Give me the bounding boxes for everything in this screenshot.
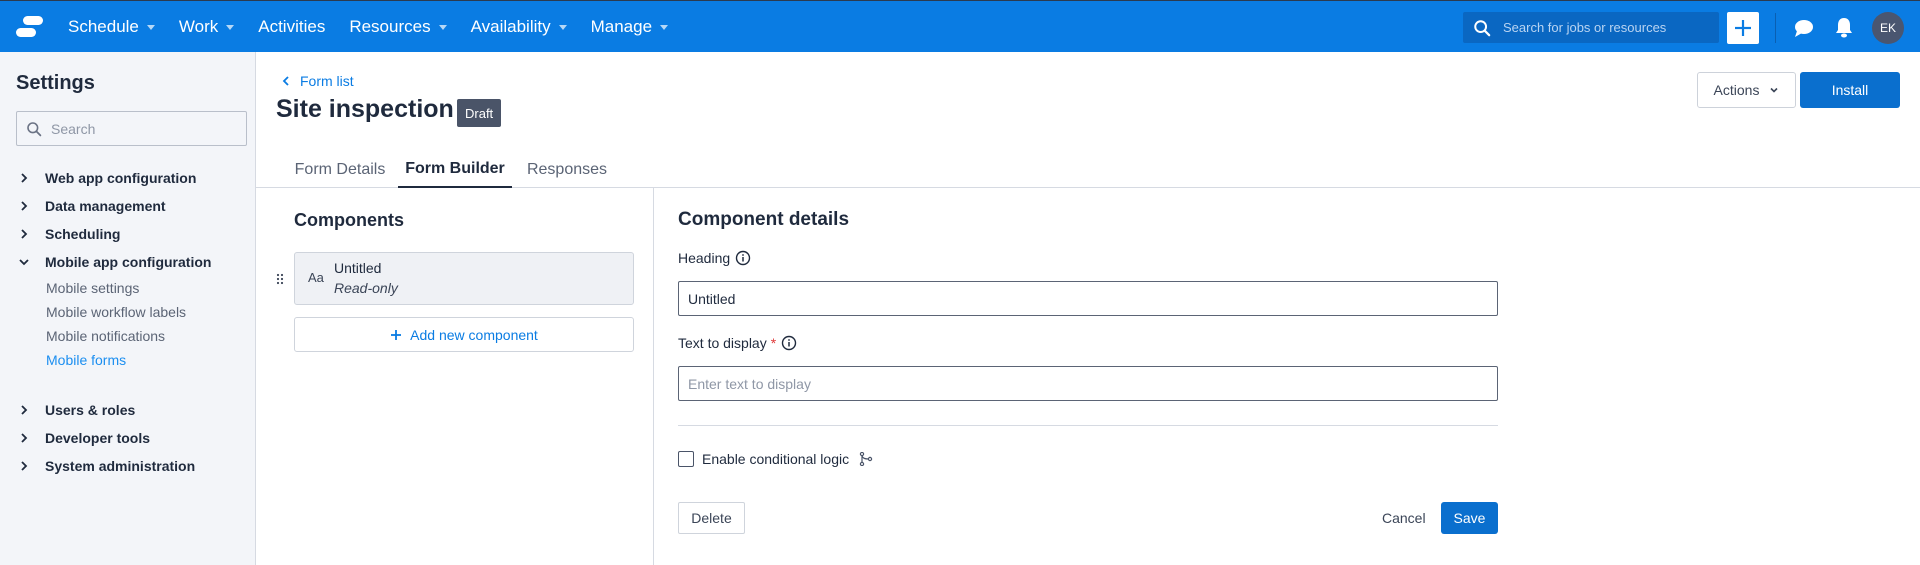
actions-dropdown-button[interactable]: Actions: [1697, 72, 1796, 108]
component-subtitle: Read-only: [334, 280, 398, 296]
sidebar-item-data-management[interactable]: Data management: [0, 192, 256, 220]
chevron-right-icon: [21, 229, 28, 239]
text-to-display-input[interactable]: [678, 366, 1498, 401]
plus-icon: [1735, 20, 1751, 36]
info-icon[interactable]: [735, 250, 751, 266]
chevron-right-icon: [21, 173, 28, 183]
info-icon[interactable]: [781, 335, 797, 351]
global-search-input[interactable]: Search for jobs or resources: [1463, 12, 1719, 43]
chevron-down-icon: [1770, 87, 1779, 93]
sidebar-nav: Web app configuration Data management Sc…: [0, 164, 256, 480]
user-avatar[interactable]: EK: [1872, 12, 1904, 44]
breadcrumb-form-list[interactable]: Form list: [281, 73, 354, 89]
save-button[interactable]: Save: [1441, 502, 1498, 534]
nav-activities[interactable]: Activities: [258, 17, 325, 37]
sidebar-title: Settings: [16, 72, 95, 94]
chevron-down-icon: [19, 259, 29, 266]
sidebar-item-scheduling[interactable]: Scheduling: [0, 220, 256, 248]
settings-sidebar: Settings Search Web app configuration Da…: [0, 52, 256, 565]
conditional-logic-toggle[interactable]: Enable conditional logic: [678, 451, 873, 467]
conditional-logic-checkbox[interactable]: [678, 451, 694, 467]
search-placeholder: Search for jobs or resources: [1503, 20, 1667, 35]
sidebar-item-users-roles[interactable]: Users & roles: [0, 396, 256, 424]
drag-handle-icon[interactable]: [276, 273, 284, 285]
components-panel: Components Aa Untitled Read-only Add new…: [256, 188, 654, 565]
sidebar-item-web-app-configuration[interactable]: Web app configuration: [0, 164, 256, 192]
page-title: Site inspection: [276, 95, 454, 123]
nav-schedule[interactable]: Schedule: [68, 17, 155, 37]
branch-icon: [859, 452, 873, 466]
tab-form-details[interactable]: Form Details: [288, 152, 392, 188]
nav-work[interactable]: Work: [179, 17, 235, 37]
tab-responses[interactable]: Responses: [524, 152, 610, 188]
heading-input[interactable]: [678, 281, 1498, 316]
create-new-button[interactable]: [1727, 12, 1759, 44]
install-button[interactable]: Install: [1800, 72, 1900, 108]
caret-down-icon: [660, 24, 669, 30]
nav-availability[interactable]: Availability: [471, 17, 567, 37]
chevron-right-icon: [21, 405, 28, 415]
sidebar-item-mobile-workflow-labels[interactable]: Mobile workflow labels: [0, 300, 256, 324]
search-icon: [1474, 19, 1491, 36]
chat-bubble-icon[interactable]: [1793, 18, 1815, 38]
section-divider: [678, 425, 1498, 426]
form-tabs: Form Details Form Builder Responses: [256, 152, 1920, 188]
caret-down-icon: [438, 24, 447, 30]
tab-form-builder[interactable]: Form Builder: [398, 152, 512, 188]
app-logo-icon[interactable]: [16, 16, 44, 38]
sidebar-item-developer-tools[interactable]: Developer tools: [0, 424, 256, 452]
bell-icon[interactable]: [1834, 16, 1854, 38]
sidebar-search-input[interactable]: Search: [16, 111, 247, 146]
chevron-right-icon: [21, 201, 28, 211]
cancel-button[interactable]: Cancel: [1374, 502, 1434, 534]
text-type-icon: Aa: [308, 270, 324, 285]
search-icon: [27, 121, 42, 136]
nav-resources[interactable]: Resources: [349, 17, 447, 37]
add-new-component-button[interactable]: Add new component: [294, 317, 634, 352]
top-navigation-bar: Schedule Work Activities Resources Avail…: [0, 0, 1920, 52]
nav-manage[interactable]: Manage: [591, 17, 669, 37]
component-list-item[interactable]: Aa Untitled Read-only: [294, 252, 634, 305]
main-nav: Schedule Work Activities Resources Avail…: [68, 1, 692, 53]
caret-down-icon: [226, 24, 235, 30]
sidebar-item-mobile-forms[interactable]: Mobile forms: [0, 348, 256, 372]
sidebar-item-mobile-app-configuration[interactable]: Mobile app configuration: [0, 248, 256, 276]
component-details-title: Component details: [678, 209, 850, 230]
caret-down-icon: [146, 24, 155, 30]
chevron-right-icon: [21, 433, 28, 443]
topbar-divider: [1775, 13, 1776, 43]
caret-down-icon: [558, 24, 567, 30]
sidebar-item-mobile-settings[interactable]: Mobile settings: [0, 276, 256, 300]
component-name: Untitled: [334, 260, 382, 276]
chevron-left-icon: [282, 76, 289, 86]
status-badge: Draft: [457, 99, 502, 127]
required-indicator: *: [770, 335, 777, 351]
components-title: Components: [294, 210, 404, 230]
delete-button[interactable]: Delete: [678, 502, 745, 534]
sidebar-item-mobile-notifications[interactable]: Mobile notifications: [0, 324, 256, 348]
heading-label: Heading: [678, 250, 751, 266]
sidebar-search-placeholder: Search: [51, 120, 96, 137]
sidebar-item-system-administration[interactable]: System administration: [0, 452, 256, 480]
text-to-display-label: Text to display *: [678, 335, 797, 351]
chevron-right-icon: [21, 461, 28, 471]
plus-icon: [391, 329, 402, 340]
